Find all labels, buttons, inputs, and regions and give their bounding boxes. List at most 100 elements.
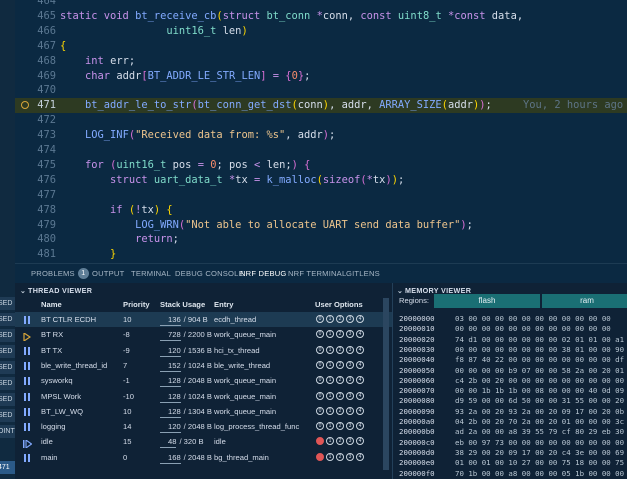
user-option-flag: 2	[336, 406, 344, 415]
thread-row[interactable]: sysworkq -1 128/ 2048 Bwork_queue_main 0 1 2 3…	[15, 373, 392, 388]
memory-row[interactable]: 200000c0 eb 00 97 73 00 00 00 00 00 00 00…	[399, 438, 627, 448]
col-name[interactable]: Name	[41, 299, 62, 311]
memory-row[interactable]: 200000d0 38 29 00 20 09 17 00 20 c4 3e 00…	[399, 448, 627, 458]
code-line[interactable]: 464	[15, 0, 627, 9]
region-tab-flash[interactable]: flash	[434, 294, 540, 308]
problems-count-badge: 1	[77, 268, 89, 279]
memory-row[interactable]: 20000050 00 00 00 00 b9 07 00 00 58 2a 00…	[399, 366, 627, 376]
memory-row[interactable]: 20000070 00 00 1b 1b 1b 00 08 00 00 00 40…	[399, 386, 627, 396]
tab-debug-console[interactable]: DEBUG CONSOLE	[175, 264, 244, 284]
code-line[interactable]: 481 }	[15, 247, 627, 262]
memory-row[interactable]: 20000090 93 2a 00 20 93 2a 00 20 09 17 00…	[399, 407, 627, 417]
code-line[interactable]: 474	[15, 143, 627, 158]
thread-entry: ecdh_thread	[214, 315, 257, 324]
strip-label: SED	[0, 297, 15, 310]
col-entry[interactable]: Entry	[214, 299, 233, 311]
thread-priority: 15	[123, 437, 132, 447]
code-line[interactable]: 478 if (!tx) {	[15, 203, 627, 218]
thread-row[interactable]: logging 14 120/ 2048 Blog_process_thread_f…	[15, 419, 392, 434]
memory-row[interactable]: 20000000 03 00 00 00 00 00 00 00 00 00 00…	[399, 314, 627, 324]
user-option-flag: 3	[346, 437, 354, 446]
strip-label: SED	[0, 329, 15, 342]
user-option-flag: 0	[316, 376, 324, 385]
tab-terminal[interactable]: TERMINAL	[131, 264, 171, 284]
code-line[interactable]: 472	[15, 113, 627, 128]
tab-nrf-debug[interactable]: NRF DEBUG	[240, 264, 287, 284]
memory-bytes: 00 00 00 00 00 00 00 00 38 01 00 00 90 e…	[455, 344, 627, 354]
thread-row[interactable]: BT RX -8 728/ 2200 Bwork_queue_main 0 1 2 3 4	[15, 327, 392, 343]
thread-priority: 0	[123, 452, 128, 462]
code-line[interactable]: 468 int err;	[15, 54, 627, 69]
memory-row[interactable]: 200000e0 01 00 01 00 10 27 00 00 75 18 00…	[399, 458, 627, 468]
code-line[interactable]: 477	[15, 188, 627, 203]
strip-breakpoint-line[interactable]: 471	[0, 461, 15, 474]
thread-row[interactable]: BT_LW_WQ 10 128/ 1304 Bwork_queue_main 0 1 2 3…	[15, 404, 392, 419]
code-line[interactable]: 467{	[15, 39, 627, 54]
code-line[interactable]: 465 static void bt_receive_cb(struct bt_c…	[15, 9, 627, 24]
line-number: 464	[37, 0, 56, 7]
user-option-flag: 4	[356, 422, 364, 431]
memory-address: 20000040	[399, 355, 435, 365]
thread-viewer-header[interactable]: ⌄ THREAD VIEWER	[20, 285, 92, 297]
code-line[interactable]: 466 uint16_t len)	[15, 24, 627, 39]
col-user-options[interactable]: User Options	[315, 299, 363, 311]
memory-row[interactable]: 20000060 c4 2b 00 20 00 00 00 00 00 00 00…	[399, 376, 627, 386]
code-line[interactable]: 469 char addr[BT_ADDR_LE_STR_LEN] = {0};	[15, 69, 627, 84]
thread-row[interactable]: main 0 168/ 2048 Bbg_thread_main 0 1 2 3 4	[15, 450, 392, 465]
line-number: 469	[37, 69, 56, 82]
line-number: 467	[37, 39, 56, 52]
user-option-flag: 2	[336, 391, 344, 400]
tab-gitlens[interactable]: GITLENS	[346, 264, 380, 284]
user-option-flag: 1	[326, 345, 334, 354]
user-option-flag: 4	[356, 391, 364, 400]
user-option-flag: 1	[326, 330, 334, 339]
code-editor[interactable]: 464 465 static void bt_receive_cb(struct …	[15, 0, 627, 263]
thread-entry: ble_write_thread	[214, 360, 271, 370]
memory-row[interactable]: 200000a0 04 2b 00 20 70 2a 00 20 01 00 00…	[399, 417, 627, 427]
code-line[interactable]: 476 struct uart_data_t *tx = k_malloc(si…	[15, 173, 627, 188]
code-line-current[interactable]: 471 bt_addr_le_to_str(bt_conn_get_dst(co…	[15, 98, 627, 114]
memory-address: 200000b0	[399, 427, 435, 437]
thread-name: ble_write_thread_id	[41, 360, 108, 370]
thread-row[interactable]: ble_write_thread_id 7 152/ 1024 Bble_write…	[15, 358, 392, 373]
code-line[interactable]: 473 LOG_INF("Received data from: %s", ad…	[15, 128, 627, 143]
thread-entry: work_queue_main	[214, 330, 277, 340]
memory-address: 20000000	[399, 314, 435, 323]
thread-row[interactable]: BT CTLR ECDH 10 136/ 904 B ecdh_thread 0 1 2 3 4	[15, 312, 392, 328]
memory-row[interactable]: 20000080 d9 59 00 00 6d 50 00 00 31 55 00…	[399, 396, 627, 406]
memory-row[interactable]: 20000030 00 00 00 00 00 00 00 00 38 01 00…	[399, 345, 627, 355]
thread-row[interactable]: MPSL Work -10 128/ 1024 Bwork_queue_main 0 1…	[15, 389, 392, 404]
thread-entry: bg_thread_main	[214, 452, 269, 462]
code-line[interactable]: 480 return;	[15, 232, 627, 247]
memory-address: 200000c0	[399, 437, 435, 447]
memory-row[interactable]: 20000010 00 00 00 00 00 00 00 00 00 00 00…	[399, 324, 627, 334]
thread-row[interactable]: idle 15 48/ 320 B idle 0 1 2 3 4	[15, 434, 392, 450]
col-stack-usage[interactable]: Stack Usage	[160, 299, 205, 311]
memory-address: 200000f0	[399, 468, 435, 478]
memory-row[interactable]: 200000b0 ad 2a 00 00 a8 39 55 79 cf 80 29…	[399, 427, 627, 437]
code-line[interactable]: 479 LOG_WRN("Not able to allocate UART s…	[15, 218, 627, 233]
memory-row[interactable]: 200000f0 70 1b 00 00 a8 00 00 00 05 1b 00…	[399, 469, 627, 479]
user-option-flag: 0	[316, 345, 324, 354]
line-number: 465	[37, 9, 56, 22]
col-priority[interactable]: Priority	[123, 299, 150, 311]
user-option-flag: 0	[316, 422, 324, 431]
strip-label: SED	[0, 345, 15, 358]
tab-problems[interactable]: PROBLEMS 1	[31, 264, 89, 284]
strip-label: SED	[0, 361, 15, 374]
thread-scrollbar[interactable]	[383, 298, 389, 470]
thread-row[interactable]: BT TX -9 120/ 1536 Bhci_tx_thread 0 1 2 3 4	[15, 343, 392, 358]
user-option-flag: 0	[316, 315, 324, 323]
user-option-flag: 4	[356, 360, 364, 369]
memory-row[interactable]: 20000040 f8 87 40 22 00 00 00 00 00 00 00…	[399, 355, 627, 365]
memory-bytes: 70 1b 00 00 a8 00 00 00 05 1b 00 00 00 0…	[455, 468, 627, 478]
user-option-flag: 4	[356, 452, 364, 461]
tab-output[interactable]: OUTPUT	[92, 264, 124, 284]
user-option-flag: 2	[336, 345, 344, 354]
chevron-down-icon[interactable]: ⌄	[20, 285, 28, 297]
memory-row[interactable]: 20000020 74 d1 00 00 00 00 00 00 02 01 01…	[399, 335, 627, 345]
region-tab-ram[interactable]: ram	[542, 294, 627, 308]
tab-nrf-terminal[interactable]: NRF TERMINAL	[288, 264, 346, 284]
code-line[interactable]: 470	[15, 83, 627, 98]
code-line[interactable]: 475 for (uint16_t pos = 0; pos < len;) {	[15, 158, 627, 173]
